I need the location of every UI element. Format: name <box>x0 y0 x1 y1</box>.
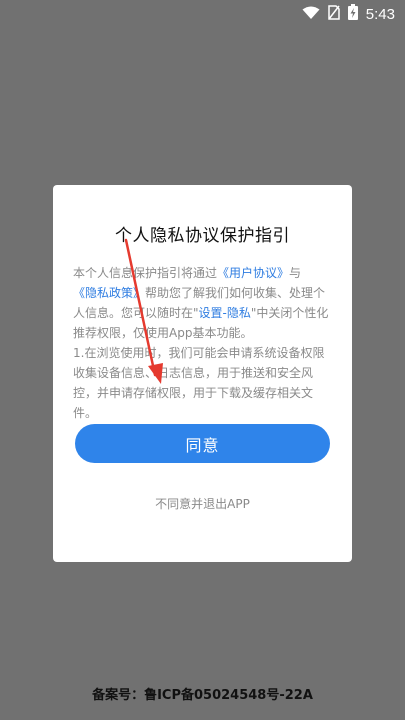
user-agreement-link[interactable]: 《用户协议》 <box>217 266 289 280</box>
wifi-icon <box>302 5 320 24</box>
icp-record-text: 备案号：鲁ICP备05024548号-22A <box>92 688 313 703</box>
battery-charging-icon <box>347 4 358 24</box>
no-sim-icon <box>328 4 340 24</box>
status-icons: 5:43 <box>302 4 395 24</box>
settings-privacy-link[interactable]: 设置-隐私 <box>199 306 251 320</box>
agree-button[interactable]: 同意 <box>75 424 330 463</box>
body-text-2: 与 <box>289 266 302 280</box>
body-text-5: 1.在浏览使用时，我们可能会申请系统设备权限收集设备信息、日志信息，用于推送和安… <box>73 346 325 420</box>
status-bar: 5:43 <box>0 0 405 28</box>
status-time: 5:43 <box>365 5 395 23</box>
privacy-policy-link[interactable]: 《隐私政策》 <box>73 286 145 300</box>
body-text-1: 本个人信息保护指引将通过 <box>73 266 218 280</box>
privacy-dialog: 个人隐私协议保护指引 本个人信息保护指引将通过《用户协议》与 《隐私政策》帮助您了… <box>53 185 352 562</box>
dialog-body: 本个人信息保护指引将通过《用户协议》与 《隐私政策》帮助您了解我们如何收集、处理个… <box>73 263 333 423</box>
disagree-exit-link[interactable]: 不同意并退出APP <box>53 495 352 512</box>
dialog-title: 个人隐私协议保护指引 <box>115 226 290 246</box>
